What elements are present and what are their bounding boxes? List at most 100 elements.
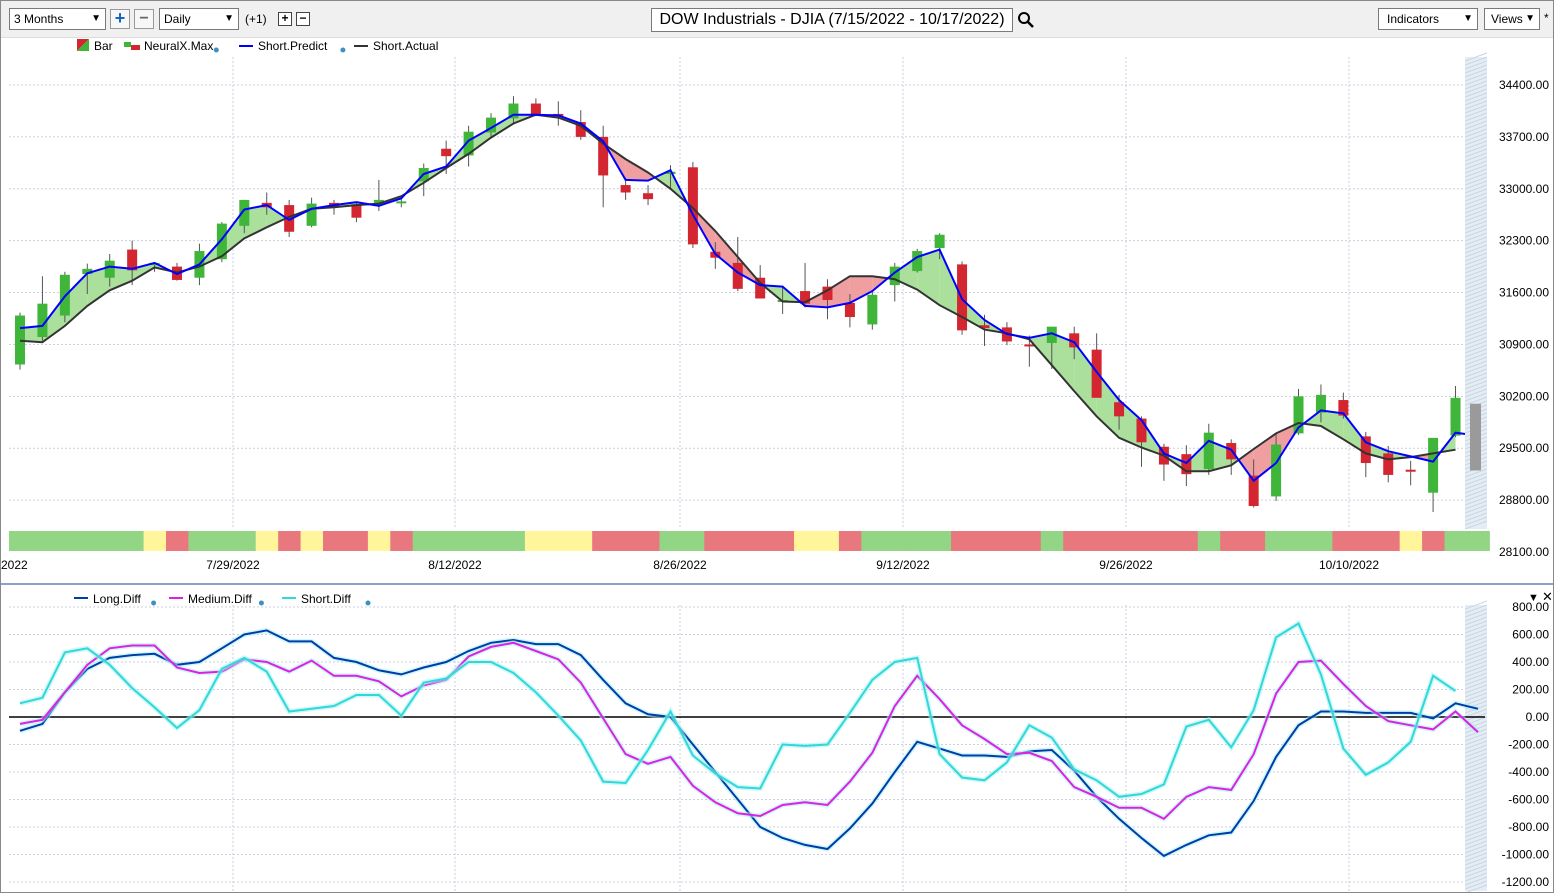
state-segment: [1354, 531, 1378, 551]
candle-body: [867, 294, 878, 325]
candle-body: [530, 103, 541, 115]
y-tick-label: -600.00: [1508, 793, 1549, 807]
price-chart[interactable]: 34400.00 33700.00 33000.00 32300.00 31600.00…: [1, 37, 1553, 581]
state-segment: [704, 531, 728, 551]
state-segment: [502, 531, 526, 551]
state-segment: [1152, 531, 1176, 551]
legend-label: Medium.Diff: [188, 592, 252, 606]
x-tick-label: 8/26/2022: [653, 558, 707, 572]
forecast-range-bar: [1470, 403, 1481, 471]
x-tick-label: 9/26/2022: [1099, 558, 1153, 572]
state-segment: [98, 531, 122, 551]
y-tick-label: -1000.00: [1502, 848, 1550, 862]
candle-body: [396, 201, 407, 204]
period-select[interactable]: 3 Months ▼: [9, 8, 106, 30]
legend-label: Short.Diff: [301, 592, 351, 606]
state-segment: [233, 531, 257, 551]
candle-body: [620, 185, 631, 193]
x-tick-label: 9/12/2022: [876, 558, 930, 572]
legend-dot-icon: [258, 600, 264, 606]
chevron-down-icon: ▼: [1463, 13, 1473, 24]
search-icon[interactable]: [1017, 11, 1035, 29]
state-segment: [951, 531, 974, 551]
candle-body: [1271, 444, 1282, 497]
state-segment: [1175, 531, 1199, 551]
state-segment: [278, 531, 302, 551]
interval-value: Daily: [164, 12, 191, 26]
state-segment: [367, 531, 391, 551]
state-segment: [143, 531, 167, 551]
state-segment: [53, 531, 77, 551]
state-segment: [1130, 531, 1154, 551]
candle-body: [1450, 397, 1461, 436]
app-window: 3 Months ▼ + − Daily ▼ (+1) + − DOW Indu…: [0, 0, 1554, 893]
state-segment: [995, 531, 1019, 551]
candle-body: [934, 234, 945, 249]
state-segment: [614, 531, 638, 551]
candle-body: [1428, 437, 1439, 493]
zoom-in-button[interactable]: +: [110, 9, 130, 29]
state-segment: [9, 531, 32, 551]
zoom-out-button[interactable]: −: [134, 9, 154, 29]
state-segment: [547, 531, 571, 551]
y-tick-label: 32300.00: [1499, 234, 1549, 248]
state-segment: [1309, 531, 1333, 551]
state-segment: [1466, 531, 1490, 551]
legend-dot-icon: [213, 47, 219, 53]
state-segment: [412, 531, 436, 551]
chart-title: DOW Industrials - DJIA (7/15/2022 - 10/1…: [659, 11, 1005, 28]
indicators-select[interactable]: Indicators ▼: [1378, 8, 1478, 30]
state-segment: [255, 531, 279, 551]
state-segment: [345, 531, 369, 551]
state-segment: [1108, 531, 1131, 551]
offset-label: (+1): [245, 12, 267, 26]
state-segment: [1422, 531, 1446, 551]
favorite-star[interactable]: *: [1544, 11, 1549, 25]
state-segment: [1399, 531, 1423, 551]
candle-body: [643, 193, 654, 200]
state-segment: [121, 531, 145, 551]
offset-decrease-button[interactable]: −: [296, 12, 310, 26]
candle-body: [912, 251, 923, 272]
state-segment: [838, 531, 862, 551]
chevron-down-icon: ▼: [1525, 13, 1535, 24]
candle-body: [441, 148, 452, 157]
state-segment: [749, 531, 773, 551]
y-tick-label: -800.00: [1508, 820, 1549, 834]
state-segment: [435, 531, 459, 551]
legend-label: Short.Actual: [373, 39, 438, 53]
legend-neuralx-icon: [131, 45, 140, 50]
candle-body: [104, 260, 115, 278]
candle-body: [844, 302, 855, 318]
state-segment: [1265, 531, 1289, 551]
candle-body: [1136, 418, 1147, 443]
state-segment: [166, 531, 189, 551]
interval-select[interactable]: Daily ▼: [159, 8, 239, 30]
chevron-down-icon[interactable]: ▼: [1528, 592, 1539, 604]
x-tick-label: 10/10/2022: [1319, 558, 1379, 572]
state-segment: [592, 531, 616, 551]
state-segment: [480, 531, 503, 551]
state-segment: [816, 531, 840, 551]
views-select[interactable]: Views ▼: [1484, 8, 1540, 30]
indicators-label: Indicators: [1387, 12, 1440, 26]
x-tick-label: 7/15/2022: [1, 558, 28, 572]
candle-body: [1360, 436, 1371, 464]
offset-increase-button[interactable]: +: [278, 12, 292, 26]
close-icon[interactable]: ✕: [1542, 589, 1553, 604]
legend-label: Long.Diff: [93, 592, 141, 606]
y-tick-label: 31600.00: [1499, 286, 1549, 300]
legend-neuralx-icon: [124, 42, 131, 47]
state-segment: [1018, 531, 1042, 551]
symbol-title-field[interactable]: DOW Industrials - DJIA (7/15/2022 - 10/1…: [651, 8, 1013, 32]
state-segment: [1085, 531, 1109, 551]
y-tick-label: 28800.00: [1499, 493, 1549, 507]
panel-divider[interactable]: [1, 583, 1553, 585]
state-segment: [76, 531, 100, 551]
candle-body: [1091, 349, 1102, 398]
state-segment: [659, 531, 683, 551]
state-segment: [1197, 531, 1221, 551]
state-segment: [323, 531, 346, 551]
toolbar: 3 Months ▼ + − Daily ▼ (+1) + − DOW Indu…: [1, 1, 1553, 38]
diff-chart[interactable]: 800.00600.00400.00200.000.00-200.00-400.…: [1, 587, 1553, 892]
